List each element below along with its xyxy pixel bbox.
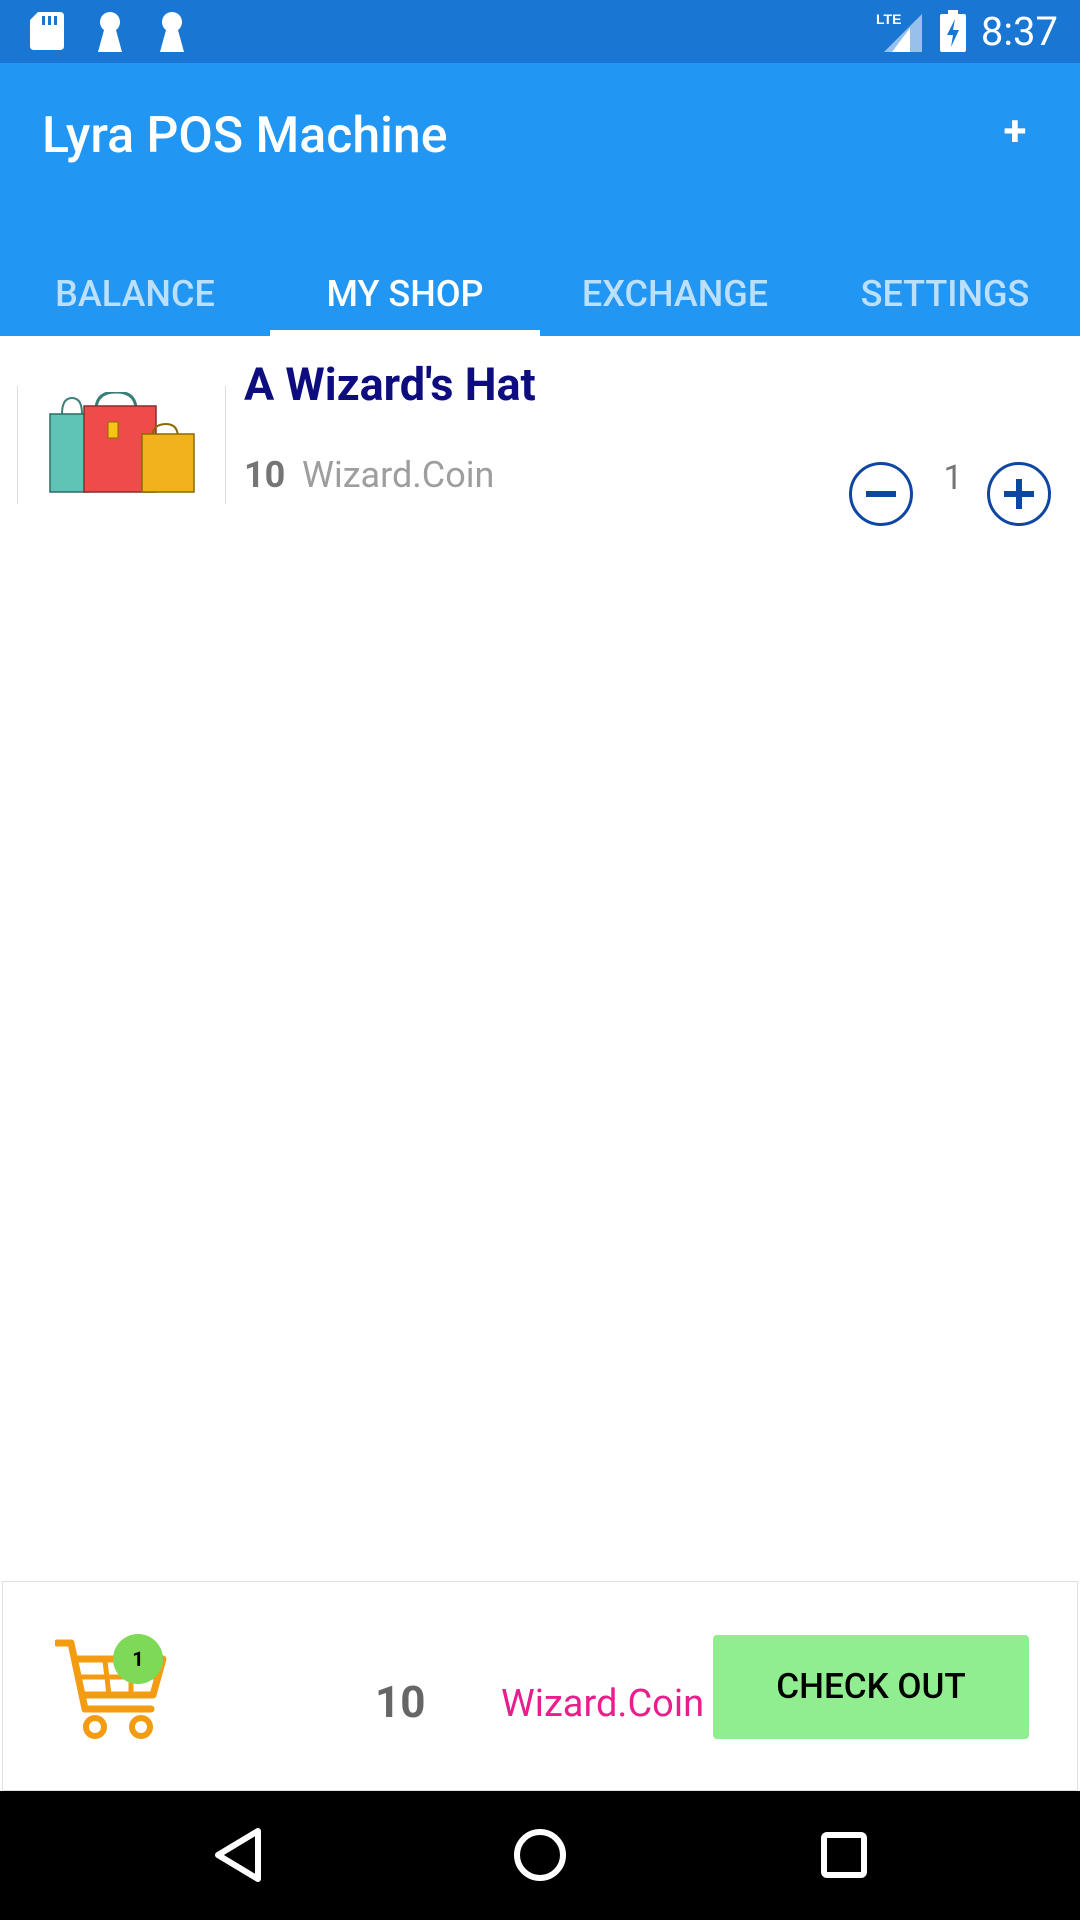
- app-bar: Lyra POS Machine + BALANCE MY SHOP EXCHA…: [0, 63, 1080, 336]
- sd-card-icon: [30, 12, 64, 50]
- product-row[interactable]: A Wizard's Hat 10 Wizard.Coin 1: [0, 336, 1080, 526]
- status-time: 8:37: [980, 8, 1058, 55]
- network-label: LTE: [876, 11, 901, 27]
- divider: [225, 386, 226, 504]
- add-button[interactable]: +: [990, 107, 1040, 157]
- tab-exchange[interactable]: EXCHANGE: [540, 253, 810, 336]
- tab-my-shop[interactable]: MY SHOP: [270, 253, 540, 336]
- cart-footer: 1 10 Wizard.Coin CHECK OUT: [2, 1581, 1078, 1791]
- home-icon[interactable]: [508, 1823, 572, 1887]
- recents-icon[interactable]: [812, 1823, 876, 1887]
- navigation-bar: [0, 1791, 1080, 1920]
- checkout-button[interactable]: CHECK OUT: [713, 1635, 1029, 1739]
- tab-bar: BALANCE MY SHOP EXCHANGE SETTINGS: [0, 253, 1080, 336]
- divider: [17, 386, 18, 504]
- item-price: 10: [244, 454, 286, 496]
- battery-charging-icon: [940, 10, 966, 52]
- keyhole-icon: [98, 12, 122, 52]
- tab-balance[interactable]: BALANCE: [0, 253, 270, 336]
- back-icon[interactable]: [206, 1823, 270, 1887]
- lte-signal-icon: LTE: [876, 11, 922, 52]
- cart-badge: 1: [113, 1634, 163, 1684]
- minus-icon: [866, 491, 896, 497]
- quantity-value: 1: [943, 458, 963, 498]
- tab-settings[interactable]: SETTINGS: [810, 253, 1080, 336]
- increment-button[interactable]: [987, 462, 1051, 526]
- decrement-button[interactable]: [849, 462, 913, 526]
- item-name: A Wizard's Hat: [244, 358, 536, 411]
- status-bar: LTE 8:37: [0, 0, 1080, 63]
- app-title: Lyra POS Machine: [42, 107, 448, 165]
- shopping-bags-icon: [49, 392, 195, 493]
- cart-total: 10: [375, 1676, 426, 1728]
- item-currency: Wizard.Coin: [302, 454, 495, 496]
- keyhole-icon: [160, 12, 184, 52]
- cart-currency: Wizard.Coin: [501, 1682, 705, 1726]
